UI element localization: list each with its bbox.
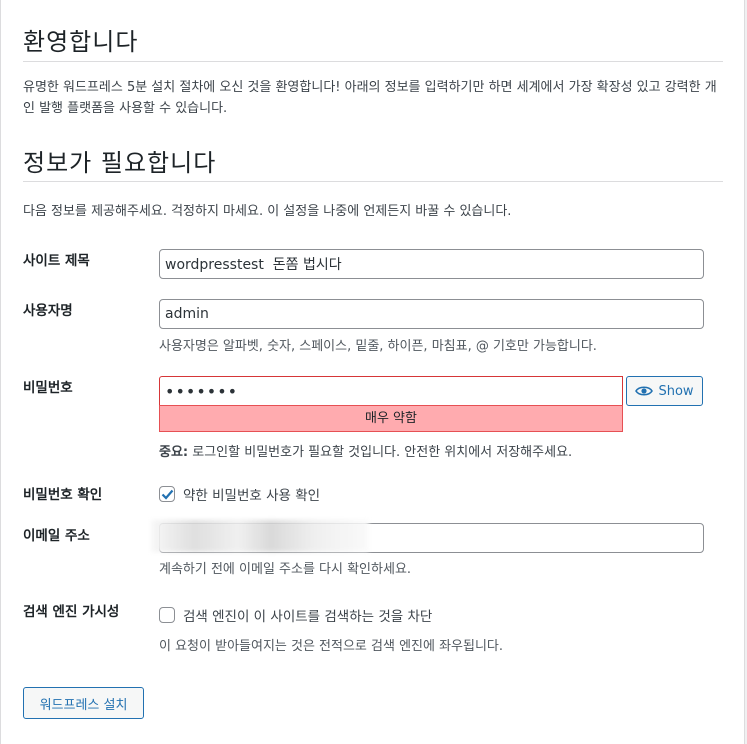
password-note-text: 로그인할 비밀번호가 필요할 것입니다. 안전한 위치에서 저장해주세요. (188, 445, 573, 460)
setup-card: 환영합니다 유명한 워드프레스 5분 설치 절차에 오신 것을 환영합니다! 아… (0, 0, 745, 744)
site-title-input[interactable] (159, 249, 704, 279)
search-visibility-label: 검색 엔진 가시성 (23, 604, 120, 620)
eye-icon (635, 386, 654, 396)
site-title-label: 사이트 제목 (23, 253, 90, 269)
confirm-weak-row: 약한 비밀번호 사용 확인 (159, 484, 320, 504)
info-text: 다음 정보를 제공해주세요. 걱정하지 마세요. 이 설정을 나중에 언제든지 … (23, 204, 512, 219)
username-hint: 사용자명은 알파벳, 숫자, 스페이스, 밑줄, 하이픈, 마침표, @ 기호만… (159, 339, 597, 354)
welcome-text: 유명한 워드프레스 5분 설치 절차에 오신 것을 환영합니다! 아래의 정보를… (23, 80, 717, 116)
password-input[interactable] (159, 376, 623, 406)
divider (23, 61, 723, 62)
username-label: 사용자명 (23, 303, 73, 319)
search-visibility-hint: 이 요청이 받아들여지는 것은 전적으로 검색 엔진에 좌우됩니다. (159, 639, 504, 654)
info-title: 정보가 필요합니다 (23, 149, 217, 177)
welcome-title: 환영합니다 (23, 28, 139, 56)
checkmark-icon (161, 489, 173, 500)
search-block-label: 검색 엔진이 이 사이트를 검색하는 것을 차단 (183, 609, 433, 625)
password-note: 중요: 로그인할 비밀번호가 필요할 것입니다. 안전한 위치에서 저장해주세요… (159, 441, 572, 460)
email-label: 이메일 주소 (23, 528, 90, 544)
show-password-button[interactable]: Show (626, 376, 703, 406)
divider (23, 181, 723, 182)
show-password-label: Show (658, 383, 694, 399)
confirm-weak-label: 약한 비밀번호 사용 확인 (183, 488, 321, 504)
password-label: 비밀번호 (23, 380, 73, 396)
username-input[interactable] (159, 299, 704, 329)
password-note-strong: 중요: (159, 445, 189, 460)
install-wordpress-button[interactable]: 워드프레스 설치 (23, 687, 144, 719)
confirm-weak-checkbox[interactable] (159, 486, 175, 502)
search-block-checkbox[interactable] (159, 607, 175, 623)
search-visibility-row: 검색 엔진이 이 사이트를 검색하는 것을 차단 (159, 605, 432, 625)
email-hint: 계속하기 전에 이메일 주소를 다시 확인하세요. (159, 562, 412, 577)
password-strength-meter: 매우 약함 (159, 405, 623, 432)
email-redaction (151, 520, 369, 552)
confirm-password-label: 비밀번호 확인 (23, 487, 103, 503)
